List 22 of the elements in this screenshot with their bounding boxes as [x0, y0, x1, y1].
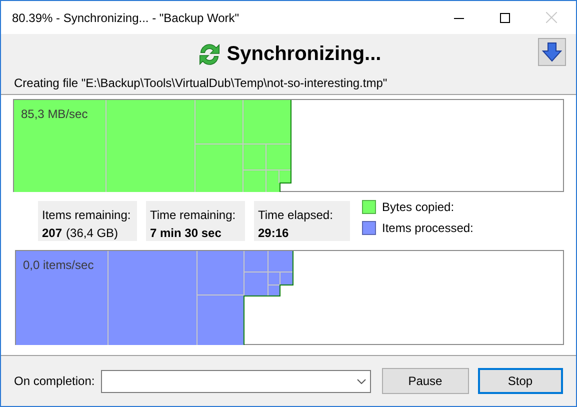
stat-value: 207 [42, 225, 62, 242]
stat-value: 7 min 30 sec [150, 225, 222, 242]
stat-value: 29:16 [258, 225, 289, 242]
stat-label: Time elapsed: [258, 207, 334, 224]
completion-label: On completion: [13, 373, 96, 390]
action-button[interactable]: Pause [382, 368, 469, 394]
legend-label: Bytes copied: [382, 199, 454, 216]
maximize-icon[interactable] [500, 12, 510, 22]
completion-dropdown[interactable] [100, 370, 371, 392]
stat-label: Time remaining: [150, 207, 237, 224]
status-title: Synchronizing... [226, 42, 382, 67]
chevron-down-icon [356, 378, 366, 384]
rate-label: 85,3 MB/sec [21, 106, 88, 123]
stat-label: Items remaining: [42, 207, 132, 224]
legend-label: Items processed: [382, 220, 474, 237]
window-title: 80.39% - Synchronizing... - "Backup Work" [11, 10, 240, 26]
action-button[interactable]: Stop [478, 368, 563, 394]
minimize-panel-button[interactable] [538, 38, 566, 66]
down-arrow-icon [541, 41, 563, 63]
stat-detail: (36,4 GB) [66, 225, 118, 242]
status-text: Creating file "E:\Backup\Tools\VirtualDub\Temp\not-so-interesting.tmp" [13, 75, 388, 92]
rate-label: 0,0 items/sec [23, 257, 94, 274]
